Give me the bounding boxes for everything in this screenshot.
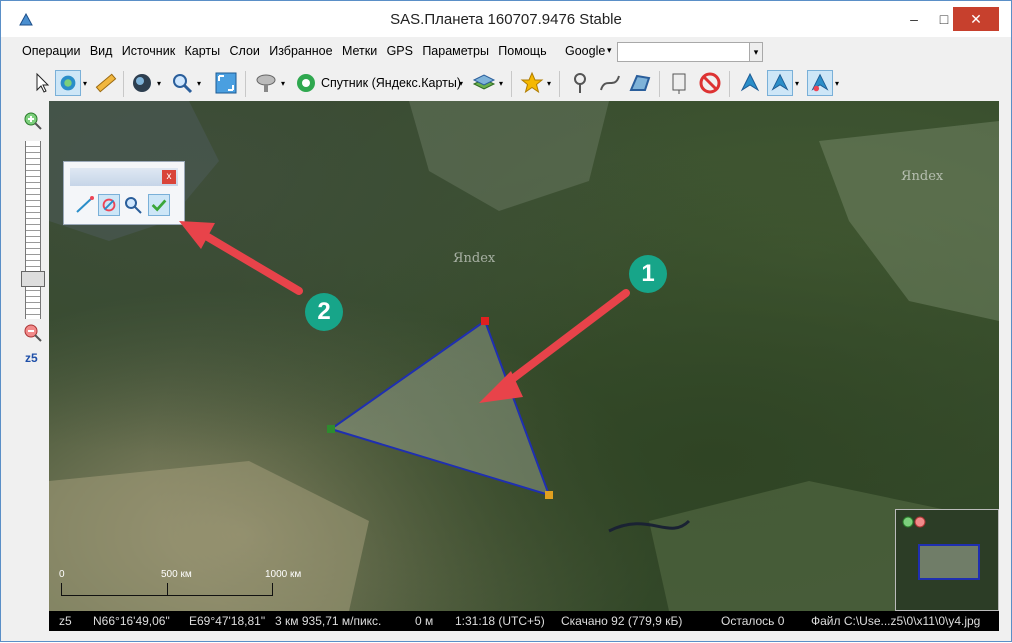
apply-check-icon[interactable] xyxy=(148,194,170,216)
satellite-dish-icon[interactable] xyxy=(253,70,279,96)
status-bar: z5 N66°16'49,06" E69°47'18,81" 3 км 935,… xyxy=(49,611,999,631)
search-dropdown-button[interactable]: ▾ xyxy=(749,42,763,62)
ruler-icon[interactable] xyxy=(93,70,119,96)
app-window: SAS.Планета 160707.9476 Stable – □ ✕ Опе… xyxy=(0,0,1012,642)
map-source-selector[interactable]: Спутник (Яндекс.Карты) xyxy=(321,76,461,90)
selected-area-polygon[interactable] xyxy=(328,319,551,497)
status-time: 1:31:18 (UTC+5) xyxy=(455,614,545,628)
selection-tool-panel: x xyxy=(63,161,185,225)
magnifier-dropdown-icon[interactable]: ▾ xyxy=(197,79,201,88)
status-file: Файл C:\Use...z5\0\x11\0\y4.jpg xyxy=(811,614,981,628)
select-area-icon[interactable] xyxy=(98,194,120,216)
no-marks-icon[interactable] xyxy=(697,70,723,96)
zoom-slider-thumb[interactable] xyxy=(21,271,45,287)
status-zoom: z5 xyxy=(59,614,72,628)
status-longitude: E69°47'18,81" xyxy=(189,614,266,628)
menu-help[interactable]: Помощь xyxy=(495,41,549,61)
menu-view[interactable]: Вид xyxy=(87,41,116,61)
map-view[interactable]: Яndex Яndex 0 500 км 1000 км xyxy=(49,101,999,611)
menu-gps[interactable]: GPS xyxy=(384,41,416,61)
map-source-dropdown-icon[interactable]: ▾ xyxy=(459,79,463,88)
search-engine-selector[interactable]: Google xyxy=(565,44,605,58)
fullscreen-icon[interactable] xyxy=(213,70,239,96)
layers-dropdown-icon[interactable]: ▾ xyxy=(499,79,503,88)
toolbar-separator xyxy=(511,71,512,97)
polygon-icon[interactable] xyxy=(627,70,653,96)
layers-icon[interactable] xyxy=(471,70,497,96)
toolbar-separator xyxy=(559,71,560,97)
magnifier-icon[interactable] xyxy=(169,70,195,96)
path-icon[interactable] xyxy=(597,70,623,96)
scale-label: 1000 км xyxy=(265,569,302,580)
satellite-dropdown-icon[interactable]: ▾ xyxy=(281,79,285,88)
status-distance: 0 м xyxy=(415,614,434,628)
polygon-selection xyxy=(327,317,553,499)
status-resolution: 3 км 935,71 м/пикс. xyxy=(275,614,382,628)
menu-layers[interactable]: Слои xyxy=(226,41,262,61)
zoom-in-icon[interactable] xyxy=(23,111,43,131)
gps-icon[interactable] xyxy=(737,70,763,96)
toolbar-separator xyxy=(245,71,246,97)
polygon-vertex-handle[interactable] xyxy=(481,317,489,325)
favorite-dropdown-icon[interactable]: ▾ xyxy=(547,79,551,88)
globe-icon[interactable] xyxy=(129,70,155,96)
polygon-vertex-handle[interactable] xyxy=(545,491,553,499)
gps-center-dropdown-icon[interactable]: ▾ xyxy=(835,79,839,88)
scale-label: 500 км xyxy=(161,569,192,580)
scale-label: 0 xyxy=(59,569,65,580)
minimap[interactable] xyxy=(895,509,999,611)
panel-title-bar[interactable]: x xyxy=(70,168,178,186)
cursor-icon[interactable] xyxy=(29,70,55,96)
menu-favorites[interactable]: Избранное xyxy=(266,41,335,61)
status-remaining: Осталось 0 xyxy=(721,614,785,628)
panel-close-button[interactable]: x xyxy=(162,170,176,184)
menu-source[interactable]: Источник xyxy=(119,41,178,61)
callout-badge-1: 1 xyxy=(629,255,667,293)
polygon-vertex-handle[interactable] xyxy=(327,425,335,433)
favorite-star-icon[interactable] xyxy=(519,70,545,96)
gps-center-icon[interactable] xyxy=(807,70,833,96)
add-path-icon[interactable] xyxy=(74,194,96,216)
zoom-panel: z5 xyxy=(17,101,49,611)
globe-dropdown-icon[interactable]: ▾ xyxy=(157,79,161,88)
menu-operations[interactable]: Операции xyxy=(19,41,83,61)
menu-marks[interactable]: Метки xyxy=(339,41,380,61)
window-title: SAS.Планета 160707.9476 Stable xyxy=(390,11,622,28)
search-engine-arrow-icon[interactable]: ▾ xyxy=(607,45,612,56)
zoom-level-label: z5 xyxy=(25,351,38,365)
search-bar: Google ▾ ▾ xyxy=(561,42,765,62)
close-button[interactable]: ✕ xyxy=(953,7,999,31)
menu-maps[interactable]: Карты xyxy=(182,41,224,61)
callout-badge-2: 2 xyxy=(305,293,343,331)
gps-track-dropdown-icon[interactable]: ▾ xyxy=(795,79,799,88)
menu-settings[interactable]: Параметры xyxy=(419,41,492,61)
zoom-area-icon[interactable] xyxy=(122,194,144,216)
toolbar-separator xyxy=(729,71,730,97)
move-icon[interactable] xyxy=(55,70,81,96)
scale-tick xyxy=(167,583,168,595)
search-input[interactable] xyxy=(617,42,759,62)
gps-track-icon[interactable] xyxy=(767,70,793,96)
zoom-out-icon[interactable] xyxy=(23,323,43,343)
zoom-slider-track[interactable] xyxy=(25,141,41,319)
minimize-button[interactable]: – xyxy=(899,7,929,31)
toolbar-separator xyxy=(659,71,660,97)
minimap-viewport[interactable] xyxy=(918,544,980,580)
menu-bar: Операции Вид Источник Карты Слои Избранн… xyxy=(19,41,559,63)
marks-icon[interactable] xyxy=(667,70,693,96)
title-bar: SAS.Планета 160707.9476 Stable – □ ✕ xyxy=(1,1,1011,37)
main-toolbar: ▾ ▾ ▾ ▾ Спутник (Яндекс.Карты) ▾ ▾ ▾ ▾ ▾ xyxy=(19,67,999,101)
placemark-icon[interactable] xyxy=(567,70,593,96)
move-dropdown-icon[interactable]: ▾ xyxy=(83,79,87,88)
toolbar-separator xyxy=(123,71,124,97)
minimap-zoom-icon[interactable] xyxy=(902,516,926,528)
map-source-icon[interactable] xyxy=(293,70,319,96)
status-downloaded: Скачано 92 (779,9 кБ) xyxy=(561,614,683,628)
status-latitude: N66°16'49,06" xyxy=(93,614,170,628)
